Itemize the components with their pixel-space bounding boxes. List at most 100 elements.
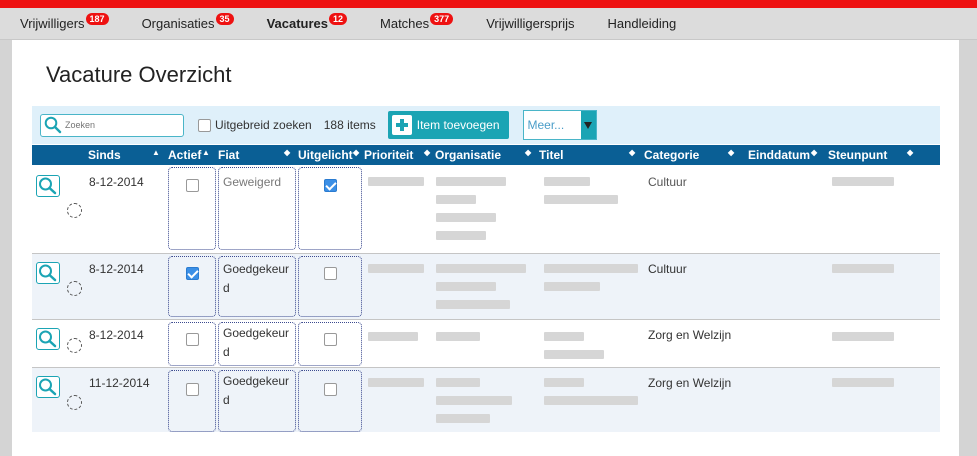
column-header-organisatie[interactable]: Organisatie bbox=[435, 148, 501, 162]
actief-checkbox[interactable] bbox=[186, 179, 199, 192]
redacted-text bbox=[544, 332, 584, 341]
column-header-steunpunt[interactable]: Steunpunt bbox=[828, 148, 887, 162]
redacted-text bbox=[436, 195, 476, 204]
nav-item-organisaties[interactable]: Organisaties 35 bbox=[142, 12, 234, 31]
actief-cell bbox=[168, 256, 216, 317]
magnifier-icon[interactable] bbox=[36, 175, 60, 197]
uitgelicht-checkbox[interactable] bbox=[324, 333, 337, 346]
redacted-text bbox=[436, 396, 512, 405]
magnifier-icon[interactable] bbox=[36, 376, 60, 398]
uitgelicht-cell bbox=[298, 370, 362, 432]
redacted-text bbox=[368, 332, 418, 341]
row-date: 8-12-2014 bbox=[89, 328, 144, 342]
column-header-actief[interactable]: Actief bbox=[168, 148, 201, 162]
table-row[interactable]: 8-12-2014 Goedgekeurd Zorg en Welzijn bbox=[32, 320, 940, 368]
add-item-label: Item toevoegen bbox=[416, 118, 500, 132]
redacted-text bbox=[832, 378, 894, 387]
advanced-search-toggle[interactable]: Uitgebreid zoeken bbox=[198, 118, 312, 132]
fiat-status: Geweigerd bbox=[223, 175, 282, 189]
table-row[interactable]: 8-12-2014 Goedgekeurd Cultuur bbox=[32, 254, 940, 320]
table-row[interactable]: 8-12-2014 Geweigerd Cultuur bbox=[32, 165, 940, 254]
nav-item-vacatures[interactable]: Vacatures 12 bbox=[266, 12, 348, 31]
redacted-text bbox=[436, 177, 506, 186]
column-header-titel[interactable]: Titel bbox=[539, 148, 563, 162]
row-categorie: Zorg en Welzijn bbox=[648, 328, 732, 342]
column-header-fiat[interactable]: Fiat bbox=[218, 148, 239, 162]
uitgelicht-checkbox[interactable] bbox=[324, 267, 337, 280]
nav-label: Matches bbox=[380, 16, 430, 31]
item-count: 188 items bbox=[323, 118, 376, 132]
sort-icon[interactable]: ◆ bbox=[629, 148, 635, 157]
more-select-value: Meer... bbox=[527, 118, 565, 132]
sort-icon[interactable]: ◆ bbox=[525, 148, 531, 157]
top-accent-bar bbox=[0, 0, 977, 8]
column-header-uitgelicht[interactable]: Uitgelicht bbox=[298, 148, 353, 162]
spinner-icon bbox=[67, 338, 82, 353]
fiat-status: Goedgekeurd bbox=[223, 326, 290, 359]
nav-label: Vrijwilligersprijs bbox=[486, 16, 575, 31]
redacted-text bbox=[436, 414, 490, 423]
redacted-text bbox=[544, 282, 600, 291]
sort-icon[interactable]: ◆ bbox=[728, 148, 734, 157]
nav-label: Vacatures bbox=[266, 16, 328, 31]
sort-icon[interactable]: ▲ bbox=[152, 148, 160, 157]
actief-checkbox[interactable] bbox=[186, 333, 199, 346]
magnifier-icon[interactable] bbox=[36, 262, 60, 284]
table-header: Sinds ▲ Actief ▲︎ Fiat ◆ Uitgelicht ◆ Pr… bbox=[32, 145, 940, 165]
redacted-text bbox=[368, 264, 424, 273]
plus-icon bbox=[391, 115, 412, 135]
sort-icon[interactable]: ◆ bbox=[811, 148, 817, 157]
actief-checkbox[interactable] bbox=[186, 383, 199, 396]
fiat-status: Goedgekeurd bbox=[223, 262, 290, 295]
redacted-text bbox=[436, 282, 496, 291]
redacted-text bbox=[832, 332, 894, 341]
row-categorie: Zorg en Welzijn bbox=[648, 376, 732, 390]
redacted-text bbox=[436, 300, 510, 309]
more-select[interactable]: Meer... bbox=[522, 110, 597, 140]
add-item-button[interactable]: Item toevoegen bbox=[387, 111, 509, 139]
column-header-prioriteit[interactable]: Prioriteit bbox=[364, 148, 413, 162]
sort-icon[interactable]: ▲︎ bbox=[202, 148, 210, 157]
search-box[interactable] bbox=[40, 113, 184, 137]
page-title: Vacature Overzicht bbox=[46, 62, 232, 87]
redacted-text bbox=[544, 350, 604, 359]
count-badge: 12 bbox=[329, 12, 348, 25]
redacted-text bbox=[368, 177, 424, 186]
caret-down-icon bbox=[580, 111, 596, 139]
redacted-text bbox=[832, 264, 894, 273]
nav-label: Vrijwilligers bbox=[20, 16, 85, 31]
sort-icon[interactable]: ◆ bbox=[424, 148, 430, 157]
redacted-text bbox=[544, 177, 590, 186]
redacted-text bbox=[436, 332, 480, 341]
nav-item-vrijwilligers[interactable]: Vrijwilligers 187 bbox=[20, 12, 109, 31]
sort-icon[interactable]: ◆ bbox=[907, 148, 913, 157]
column-header-categorie[interactable]: Categorie bbox=[644, 148, 699, 162]
sort-icon[interactable]: ◆ bbox=[284, 148, 290, 157]
redacted-text bbox=[436, 264, 526, 273]
column-header-einddatum[interactable]: Einddatum bbox=[748, 148, 810, 162]
sort-icon[interactable]: ◆ bbox=[353, 148, 359, 157]
fiat-status: Goedgekeurd bbox=[223, 374, 290, 407]
table-row[interactable]: 11-12-2014 Goedgekeurd Zorg en Welzijn bbox=[32, 368, 940, 432]
uitgelicht-checkbox[interactable] bbox=[324, 179, 337, 192]
advanced-search-checkbox[interactable] bbox=[198, 118, 211, 132]
redacted-text bbox=[544, 378, 584, 387]
row-categorie: Cultuur bbox=[648, 175, 687, 189]
redacted-text bbox=[544, 396, 638, 405]
content-panel: Vacature Overzicht Uitgebreid zoeken 188… bbox=[12, 40, 959, 456]
toolbar: Uitgebreid zoeken 188 items Item toevoeg… bbox=[32, 106, 940, 144]
spinner-icon bbox=[67, 395, 82, 410]
magnifier-icon[interactable] bbox=[36, 328, 60, 350]
uitgelicht-cell bbox=[298, 256, 362, 317]
row-categorie: Cultuur bbox=[648, 262, 687, 276]
nav-item-handleiding[interactable]: Handleiding bbox=[608, 16, 677, 31]
nav-item-vrijwilligersprijs[interactable]: Vrijwilligersprijs bbox=[486, 16, 574, 31]
uitgelicht-checkbox[interactable] bbox=[324, 383, 337, 396]
column-header-sinds[interactable]: Sinds bbox=[88, 148, 121, 162]
spinner-icon bbox=[67, 203, 82, 218]
search-input[interactable] bbox=[65, 120, 177, 130]
redacted-text bbox=[544, 264, 638, 273]
actief-checkbox[interactable] bbox=[186, 267, 199, 280]
count-badge: 187 bbox=[85, 12, 109, 25]
nav-item-matches[interactable]: Matches 377 bbox=[380, 12, 454, 31]
